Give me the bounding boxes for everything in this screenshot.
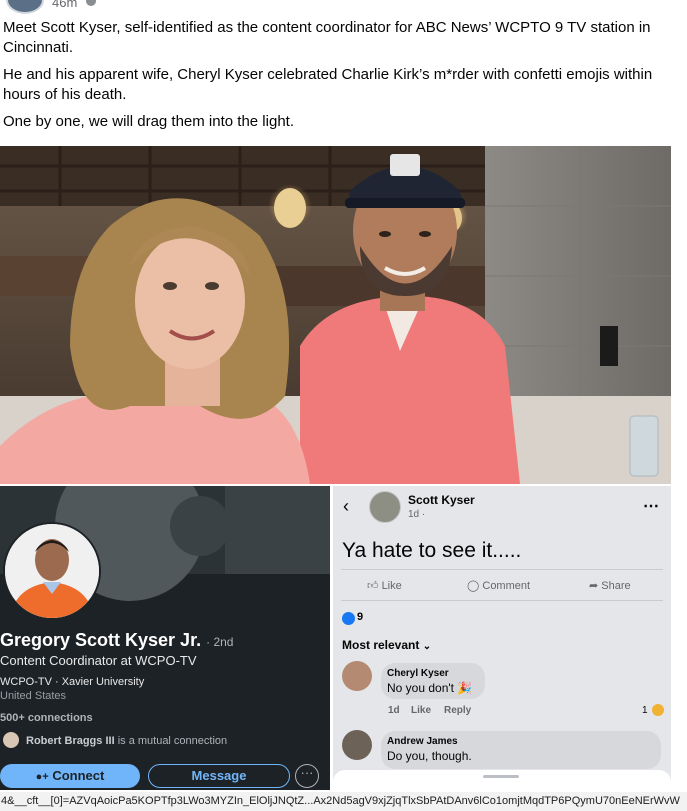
commenter-avatar[interactable] [342, 661, 372, 691]
profile-name[interactable]: Gregory Scott Kyser Jr. [0, 630, 201, 650]
connect-button[interactable]: ●+ Connect [0, 764, 140, 788]
post-paragraph: One by one, we will drag them into the l… [3, 113, 294, 130]
post-body: Meet Scott Kyser, self-identified as the… [3, 18, 671, 139]
divider [341, 600, 663, 601]
profile-company: WCPO-TV · Xavier University [0, 676, 145, 688]
globe-icon [86, 0, 96, 6]
couple-photo [0, 146, 671, 484]
sort-label: Most relevant [342, 638, 420, 652]
mutual-connection[interactable]: Robert Braggs III is a mutual connection [26, 735, 227, 747]
comment-bubble: Andrew James Do you, though. [381, 731, 661, 769]
profile-headline: Content Coordinator at WCPO-TV [0, 653, 197, 668]
status-bar-url: 4&__cft__[0]=AZVqAoicPa5KOPTfp3LWo3MYZIn… [0, 792, 687, 811]
mutual-name: Robert Braggs III [26, 735, 115, 747]
message-button[interactable]: Message [148, 764, 290, 788]
profile-photo [5, 524, 99, 618]
comment-author[interactable]: Andrew James [387, 736, 661, 747]
drag-handle[interactable] [483, 775, 519, 778]
more-options-button[interactable]: ··· [295, 764, 319, 788]
comment-sort[interactable]: Most relevant ⌄ [342, 638, 431, 652]
comment-label: Comment [482, 580, 531, 592]
mutual-suffix: is a mutual connection [117, 735, 228, 747]
more-options-icon[interactable]: ⋯ [643, 496, 659, 516]
author-avatar[interactable] [6, 0, 44, 14]
commenter-avatar[interactable] [342, 730, 372, 760]
post-paragraph: He and his apparent wife, Cheryl Kyser c… [3, 66, 653, 103]
comment-bubble-icon: ◯ [467, 580, 480, 592]
divider [341, 569, 663, 570]
connections-count[interactable]: 500+ connections [0, 712, 93, 724]
comment-author[interactable]: Cheryl Kyser [387, 668, 485, 679]
post-text: Ya hate to see it..... [342, 539, 522, 562]
comment-text: Do you, though. [387, 749, 472, 763]
profile-avatar[interactable] [3, 522, 101, 620]
back-arrow-icon[interactable]: ‹ [343, 496, 349, 517]
comment-time: 1d [388, 705, 400, 716]
post-time[interactable]: 46m [52, 0, 77, 10]
comment-reaction-count[interactable]: 1 [642, 705, 648, 716]
share-label: Share [601, 580, 631, 592]
post-photo[interactable] [0, 146, 671, 484]
author-avatar[interactable] [369, 491, 401, 523]
comment-like-action[interactable]: Like [411, 705, 431, 716]
post-paragraph: Meet Scott Kyser, self-identified as the… [3, 19, 651, 56]
like-label: Like [381, 580, 402, 592]
add-person-icon: ●+ [35, 771, 49, 783]
comment-sheet-handle[interactable] [333, 770, 671, 794]
comment-reply-action[interactable]: Reply [444, 705, 471, 716]
profile-location: United States [0, 690, 67, 702]
like-reaction-icon [342, 612, 355, 625]
comment-action[interactable]: ◯ Comment [467, 579, 530, 592]
scrollbar[interactable] [671, 0, 687, 790]
post-timestamp: 1d · [408, 509, 426, 520]
post-header: 46m [0, 0, 687, 14]
profile-name-row: Gregory Scott Kyser Jr. · 2nd [0, 630, 233, 651]
comment-text: No you don't 🎉 [387, 681, 473, 695]
connection-degree: · 2nd [206, 635, 234, 649]
share-arrow-icon: ➦ [589, 580, 599, 592]
mutual-avatar [3, 732, 19, 748]
connect-label: Connect [52, 768, 105, 783]
like-action[interactable]: 👍︎ Like [367, 579, 402, 592]
share-action[interactable]: ➦ Share [589, 579, 631, 592]
comment-bubble: Cheryl Kyser No you don't 🎉 [381, 663, 485, 699]
chevron-down-icon: ⌄ [422, 641, 432, 652]
post-author[interactable]: Scott Kyser [408, 493, 475, 507]
reaction-count[interactable]: 9 [357, 611, 363, 623]
confetti-reaction-icon [652, 704, 664, 716]
thumbs-up-icon: 👍︎ [367, 580, 379, 592]
